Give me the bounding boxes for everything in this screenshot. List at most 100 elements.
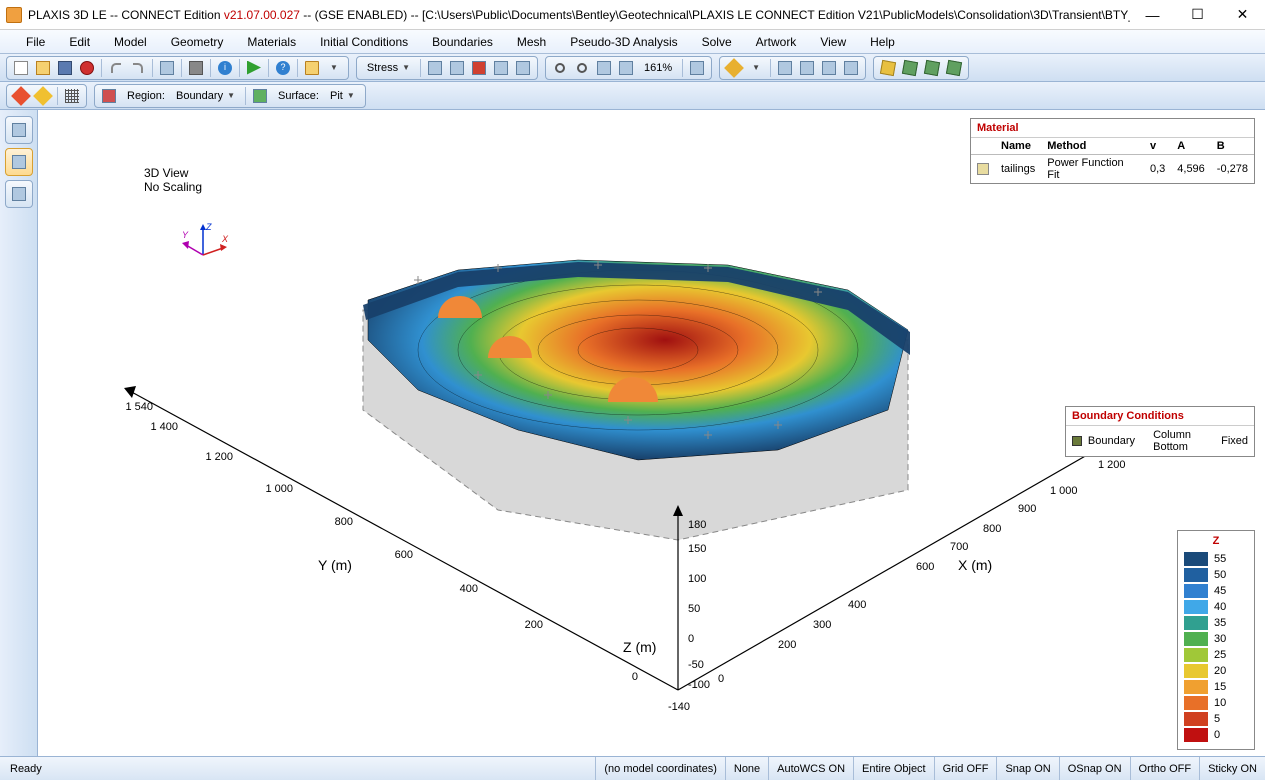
stress-dropdown[interactable]: Stress ▼	[361, 58, 416, 78]
zoom-out-button[interactable]	[572, 58, 592, 78]
toolbar-main: i ? ▼ Stress ▼ 161% ▼	[0, 54, 1265, 82]
zoom-window-button[interactable]	[616, 58, 636, 78]
polyline-button[interactable]	[797, 58, 817, 78]
pencil-dropdown[interactable]: ▼	[746, 58, 766, 78]
surface-dropdown[interactable]: Surface: Pit ▼	[272, 86, 361, 106]
folder-button[interactable]	[302, 58, 322, 78]
region-dropdown[interactable]: Region: Boundary ▼	[121, 86, 241, 106]
mat-method: Power Function Fit	[1041, 155, 1144, 184]
chevron-down-icon: ▼	[752, 63, 760, 72]
zoom-in-button[interactable]	[550, 58, 570, 78]
bc-column: Column Bottom	[1153, 429, 1203, 453]
x-axis-label: X (m)	[958, 557, 992, 573]
curve-button[interactable]	[841, 58, 861, 78]
minimize-button[interactable]: —	[1130, 0, 1175, 30]
surface-icon-button[interactable]	[250, 86, 270, 106]
grid-button[interactable]	[62, 86, 82, 106]
menu-mesh[interactable]: Mesh	[505, 32, 558, 52]
pencil-button[interactable]	[724, 58, 744, 78]
tool-icon	[494, 61, 508, 75]
viewport-3d[interactable]: 3D View No Scaling Z X Y	[38, 110, 1265, 756]
material-row[interactable]: tailings Power Function Fit 0,3 4,596 -0…	[971, 155, 1254, 184]
screen-button[interactable]	[157, 58, 177, 78]
status-none[interactable]: None	[725, 757, 768, 780]
legend-row: 55	[1184, 551, 1248, 567]
legend-swatch	[1184, 584, 1208, 598]
z-legend: Z 5550454035302520151050	[1177, 530, 1255, 750]
material-swatch	[977, 163, 989, 175]
menu-solve[interactable]: Solve	[690, 32, 744, 52]
open-icon	[36, 61, 50, 75]
z-axis-label: Z (m)	[623, 639, 656, 655]
info-button[interactable]: i	[215, 58, 235, 78]
menu-view[interactable]: View	[808, 32, 858, 52]
tool-e-button[interactable]	[513, 58, 533, 78]
svg-text:-50: -50	[688, 659, 704, 671]
status-entire-object[interactable]: Entire Object	[853, 757, 934, 780]
tool-a-button[interactable]	[425, 58, 445, 78]
region-icon-button[interactable]	[99, 86, 119, 106]
status-sticky-on[interactable]: Sticky ON	[1199, 757, 1265, 780]
cube-icon	[946, 59, 962, 75]
undo-button[interactable]	[106, 58, 126, 78]
tool-icon	[428, 61, 442, 75]
save-button[interactable]	[55, 58, 75, 78]
svg-text:200: 200	[778, 639, 796, 651]
cube1-button[interactable]	[878, 58, 898, 78]
separator	[152, 59, 153, 77]
menu-edit[interactable]: Edit	[57, 32, 102, 52]
close-button[interactable]: ✕	[1220, 0, 1265, 30]
status-ortho-off[interactable]: Ortho OFF	[1130, 757, 1200, 780]
svg-text:400: 400	[460, 583, 478, 595]
menu-pseudo-3d-analysis[interactable]: Pseudo-3D Analysis	[558, 32, 689, 52]
dock-view3-button[interactable]	[5, 180, 33, 208]
line-button[interactable]	[775, 58, 795, 78]
new-icon	[14, 61, 28, 75]
tool-c-button[interactable]	[469, 58, 489, 78]
redo-button[interactable]	[128, 58, 148, 78]
expand-button[interactable]	[687, 58, 707, 78]
print-button[interactable]	[186, 58, 206, 78]
menu-geometry[interactable]: Geometry	[159, 32, 236, 52]
help-button[interactable]: ?	[273, 58, 293, 78]
mat-name: tailings	[995, 155, 1041, 184]
shape-button[interactable]	[819, 58, 839, 78]
pencil-icon	[724, 58, 744, 78]
dock-view1-button[interactable]	[5, 116, 33, 144]
status-autowcs-on[interactable]: AutoWCS ON	[768, 757, 853, 780]
menu-materials[interactable]: Materials	[235, 32, 308, 52]
legend-value: 30	[1214, 633, 1226, 645]
menu-boundaries[interactable]: Boundaries	[420, 32, 505, 52]
status-osnap-on[interactable]: OSnap ON	[1059, 757, 1130, 780]
material-panel: Material NameMethodvAB tailings Power Fu…	[970, 118, 1255, 184]
tool-b-button[interactable]	[447, 58, 467, 78]
cube2-button[interactable]	[900, 58, 920, 78]
new-button[interactable]	[11, 58, 31, 78]
menu-initial-conditions[interactable]: Initial Conditions	[308, 32, 420, 52]
menu-help[interactable]: Help	[858, 32, 907, 52]
legend-row: 45	[1184, 583, 1248, 599]
mat-header: v	[1144, 138, 1171, 155]
mode2-button[interactable]	[33, 86, 53, 106]
zoom-fit-button[interactable]	[594, 58, 614, 78]
open-button[interactable]	[33, 58, 53, 78]
tool-icon	[472, 61, 486, 75]
menu-artwork[interactable]: Artwork	[744, 32, 809, 52]
delete-button[interactable]	[77, 58, 97, 78]
expand-icon	[690, 61, 704, 75]
folder-dropdown[interactable]: ▼	[324, 58, 344, 78]
legend-value: 40	[1214, 601, 1226, 613]
status-grid-off[interactable]: Grid OFF	[934, 757, 997, 780]
run-button[interactable]	[244, 58, 264, 78]
surface-value: Pit	[330, 90, 343, 102]
menu-model[interactable]: Model	[102, 32, 159, 52]
cube4-button[interactable]	[944, 58, 964, 78]
status-snap-on[interactable]: Snap ON	[996, 757, 1058, 780]
maximize-button[interactable]: ☐	[1175, 0, 1220, 30]
mode1-button[interactable]	[11, 86, 31, 106]
tool-d-button[interactable]	[491, 58, 511, 78]
menu-file[interactable]: File	[14, 32, 57, 52]
cube3-button[interactable]	[922, 58, 942, 78]
zoom-level[interactable]: 161%	[638, 58, 678, 78]
dock-view2-button[interactable]	[5, 148, 33, 176]
